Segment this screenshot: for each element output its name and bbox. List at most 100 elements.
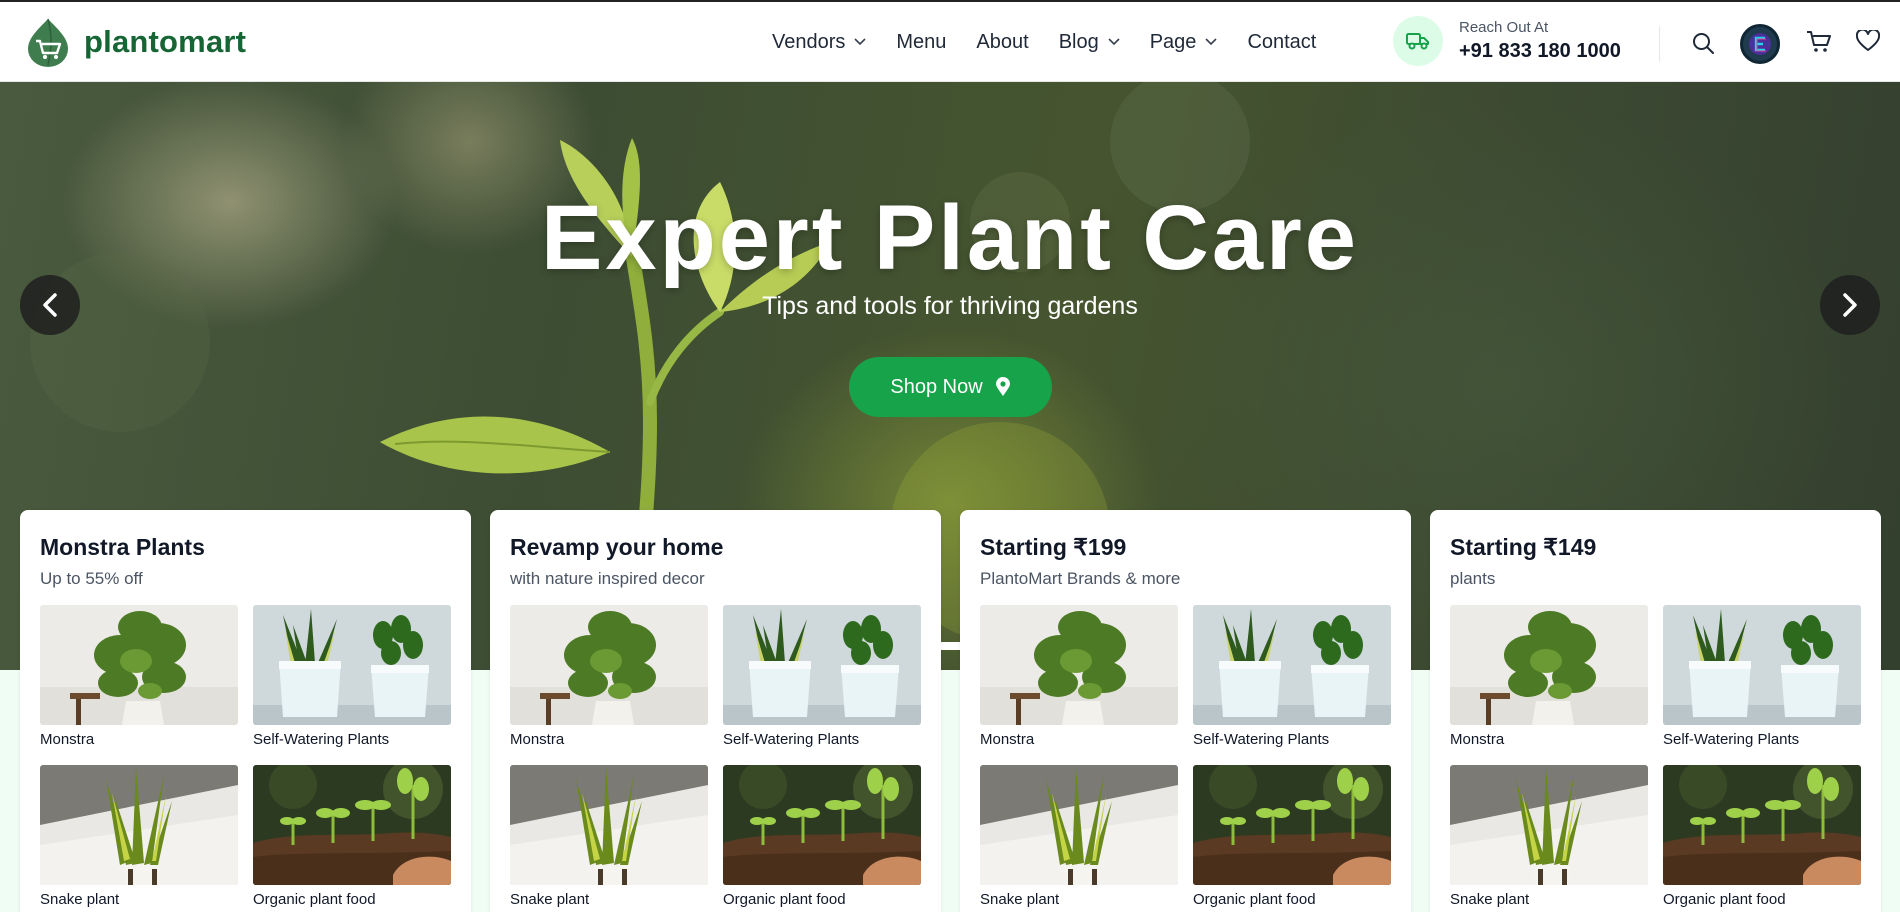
product-tile[interactable]: Self-Watering Plants bbox=[1663, 605, 1861, 765]
plant-food-image bbox=[723, 765, 921, 885]
product-tile[interactable]: Monstra bbox=[510, 605, 708, 765]
card-title: Revamp your home bbox=[510, 534, 724, 560]
hero-prev-button[interactable] bbox=[20, 275, 80, 335]
product-caption: Monstra bbox=[510, 731, 565, 748]
nav-blog[interactable]: Blog bbox=[1059, 31, 1120, 54]
product-tile[interactable]: Monstra bbox=[1450, 605, 1648, 765]
shop-now-label: Shop Now bbox=[890, 375, 983, 398]
main-nav: Vendors Menu About Blog Page Contact bbox=[772, 2, 1346, 82]
nav-menu[interactable]: Menu bbox=[896, 31, 946, 54]
snake-plant-image bbox=[510, 765, 708, 885]
nav-label: Page bbox=[1149, 30, 1197, 53]
hero-next-button[interactable] bbox=[1820, 275, 1880, 335]
nav-label: Contact bbox=[1247, 30, 1317, 53]
site-header: plantomart Vendors Menu About Blog Page … bbox=[0, 2, 1900, 82]
product-tile[interactable]: Self-Watering Plants bbox=[1193, 605, 1391, 765]
heart-icon bbox=[1856, 30, 1880, 51]
product-tile[interactable]: Monstra bbox=[40, 605, 238, 765]
product-caption: Monstra bbox=[980, 731, 1035, 748]
cart-button[interactable] bbox=[1805, 29, 1833, 55]
promo-card: Revamp your home with nature inspired de… bbox=[490, 510, 941, 912]
monstera-image bbox=[980, 605, 1178, 725]
nav-page[interactable]: Page bbox=[1150, 31, 1218, 54]
avatar[interactable] bbox=[1740, 24, 1780, 64]
nav-label: Vendors bbox=[772, 30, 846, 53]
contact-info: Reach Out At +91 833 180 1000 bbox=[1393, 16, 1621, 66]
chevron-down-icon bbox=[1108, 38, 1120, 46]
wishlist-button[interactable] bbox=[1855, 28, 1881, 54]
search-button[interactable] bbox=[1690, 30, 1716, 56]
product-tile[interactable]: Snake plant bbox=[980, 765, 1178, 912]
card-subtitle: PlantoMart Brands & more bbox=[980, 569, 1181, 588]
product-tile[interactable]: Organic plant food bbox=[253, 765, 451, 912]
hero-title: Expert Plant Care bbox=[541, 187, 1359, 289]
contact-label: Reach Out At bbox=[1459, 19, 1549, 36]
product-caption: Organic plant food bbox=[1193, 891, 1316, 908]
snake-plant-image bbox=[980, 765, 1178, 885]
product-tile[interactable]: Snake plant bbox=[510, 765, 708, 912]
nav-about[interactable]: About bbox=[976, 31, 1028, 54]
chevron-down-icon bbox=[1205, 38, 1218, 46]
product-tile[interactable]: Organic plant food bbox=[1663, 765, 1861, 912]
chevron-down-icon bbox=[854, 38, 866, 46]
nav-contact[interactable]: Contact bbox=[1247, 31, 1316, 54]
product-caption: Self-Watering Plants bbox=[1663, 731, 1800, 748]
hero-subtitle: Tips and tools for thriving gardens bbox=[762, 292, 1138, 320]
product-caption: Monstra bbox=[40, 731, 95, 748]
truck-icon bbox=[1406, 33, 1429, 50]
map-pin-icon bbox=[995, 377, 1010, 396]
header-divider bbox=[1659, 26, 1660, 62]
product-caption: Snake plant bbox=[510, 891, 590, 908]
monstera-image bbox=[40, 605, 238, 725]
shop-now-button[interactable]: Shop Now bbox=[849, 357, 1052, 417]
card-subtitle: Up to 55% off bbox=[40, 569, 143, 588]
nav-label: Menu bbox=[896, 30, 947, 53]
product-tile[interactable]: Self-Watering Plants bbox=[253, 605, 451, 765]
product-tile[interactable]: Snake plant bbox=[40, 765, 238, 912]
product-caption: Self-Watering Plants bbox=[723, 731, 860, 748]
card-subtitle: plants bbox=[1450, 569, 1496, 588]
product-tile[interactable]: Organic plant food bbox=[1193, 765, 1391, 912]
brand-logo[interactable]: plantomart bbox=[26, 17, 246, 67]
product-caption: Snake plant bbox=[40, 891, 120, 908]
nav-vendors[interactable]: Vendors bbox=[772, 31, 866, 54]
snake-plant-image bbox=[1450, 765, 1648, 885]
card-title: Monstra Plants bbox=[40, 534, 205, 560]
chevron-right-icon bbox=[1843, 293, 1857, 317]
search-icon bbox=[1693, 33, 1714, 54]
self-watering-image bbox=[723, 605, 921, 725]
product-caption: Monstra bbox=[1450, 731, 1505, 748]
card-subtitle: with nature inspired decor bbox=[510, 569, 705, 588]
logo-leaf-cart-icon bbox=[28, 18, 68, 67]
nav-label: Blog bbox=[1058, 30, 1099, 53]
cart-icon bbox=[1807, 31, 1831, 52]
product-tile[interactable]: Snake plant bbox=[1450, 765, 1648, 912]
card-title: Starting ₹149 bbox=[1450, 534, 1597, 560]
self-watering-image bbox=[1193, 605, 1391, 725]
product-caption: Snake plant bbox=[1450, 891, 1530, 908]
monstera-image bbox=[510, 605, 708, 725]
product-caption: Self-Watering Plants bbox=[253, 731, 390, 748]
plant-food-image bbox=[253, 765, 451, 885]
chevron-left-icon bbox=[43, 293, 57, 317]
snake-plant-image bbox=[40, 765, 238, 885]
promo-card: Monstra Plants Up to 55% off Monstra Sel… bbox=[20, 510, 471, 912]
contact-phone[interactable]: +91 833 180 1000 bbox=[1459, 40, 1621, 63]
product-caption: Organic plant food bbox=[253, 891, 376, 908]
self-watering-image bbox=[253, 605, 451, 725]
nav-label: About bbox=[976, 30, 1029, 53]
self-watering-image bbox=[1663, 605, 1861, 725]
product-tile[interactable]: Monstra bbox=[980, 605, 1178, 765]
product-caption: Organic plant food bbox=[723, 891, 846, 908]
promo-card: Starting ₹149 plants Monstra Self-Wateri… bbox=[1430, 510, 1881, 912]
avatar-logo-icon bbox=[1749, 33, 1771, 55]
product-caption: Self-Watering Plants bbox=[1193, 731, 1330, 748]
product-caption: Snake plant bbox=[980, 891, 1060, 908]
product-tile[interactable]: Self-Watering Plants bbox=[723, 605, 921, 765]
product-caption: Organic plant food bbox=[1663, 891, 1786, 908]
brand-name: plantomart bbox=[84, 23, 247, 59]
plant-food-image bbox=[1663, 765, 1861, 885]
plant-food-image bbox=[1193, 765, 1391, 885]
truck-icon-wrap bbox=[1393, 16, 1443, 66]
product-tile[interactable]: Organic plant food bbox=[723, 765, 921, 912]
